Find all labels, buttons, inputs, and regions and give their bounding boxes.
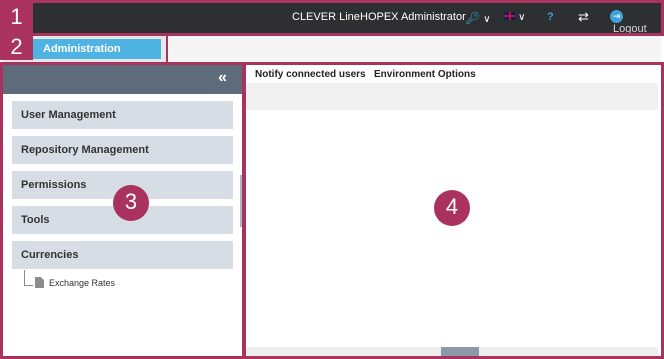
tab-bar-empty bbox=[166, 36, 661, 62]
tab-bar: Administration bbox=[3, 36, 661, 62]
callout-frame-1 bbox=[0, 0, 664, 36]
callout-badge-2: 2 bbox=[0, 34, 33, 60]
callout-badge-4: 4 bbox=[434, 190, 470, 226]
callout-badge-3: 3 bbox=[113, 185, 149, 221]
callout-badge-1: 1 bbox=[0, 0, 33, 34]
